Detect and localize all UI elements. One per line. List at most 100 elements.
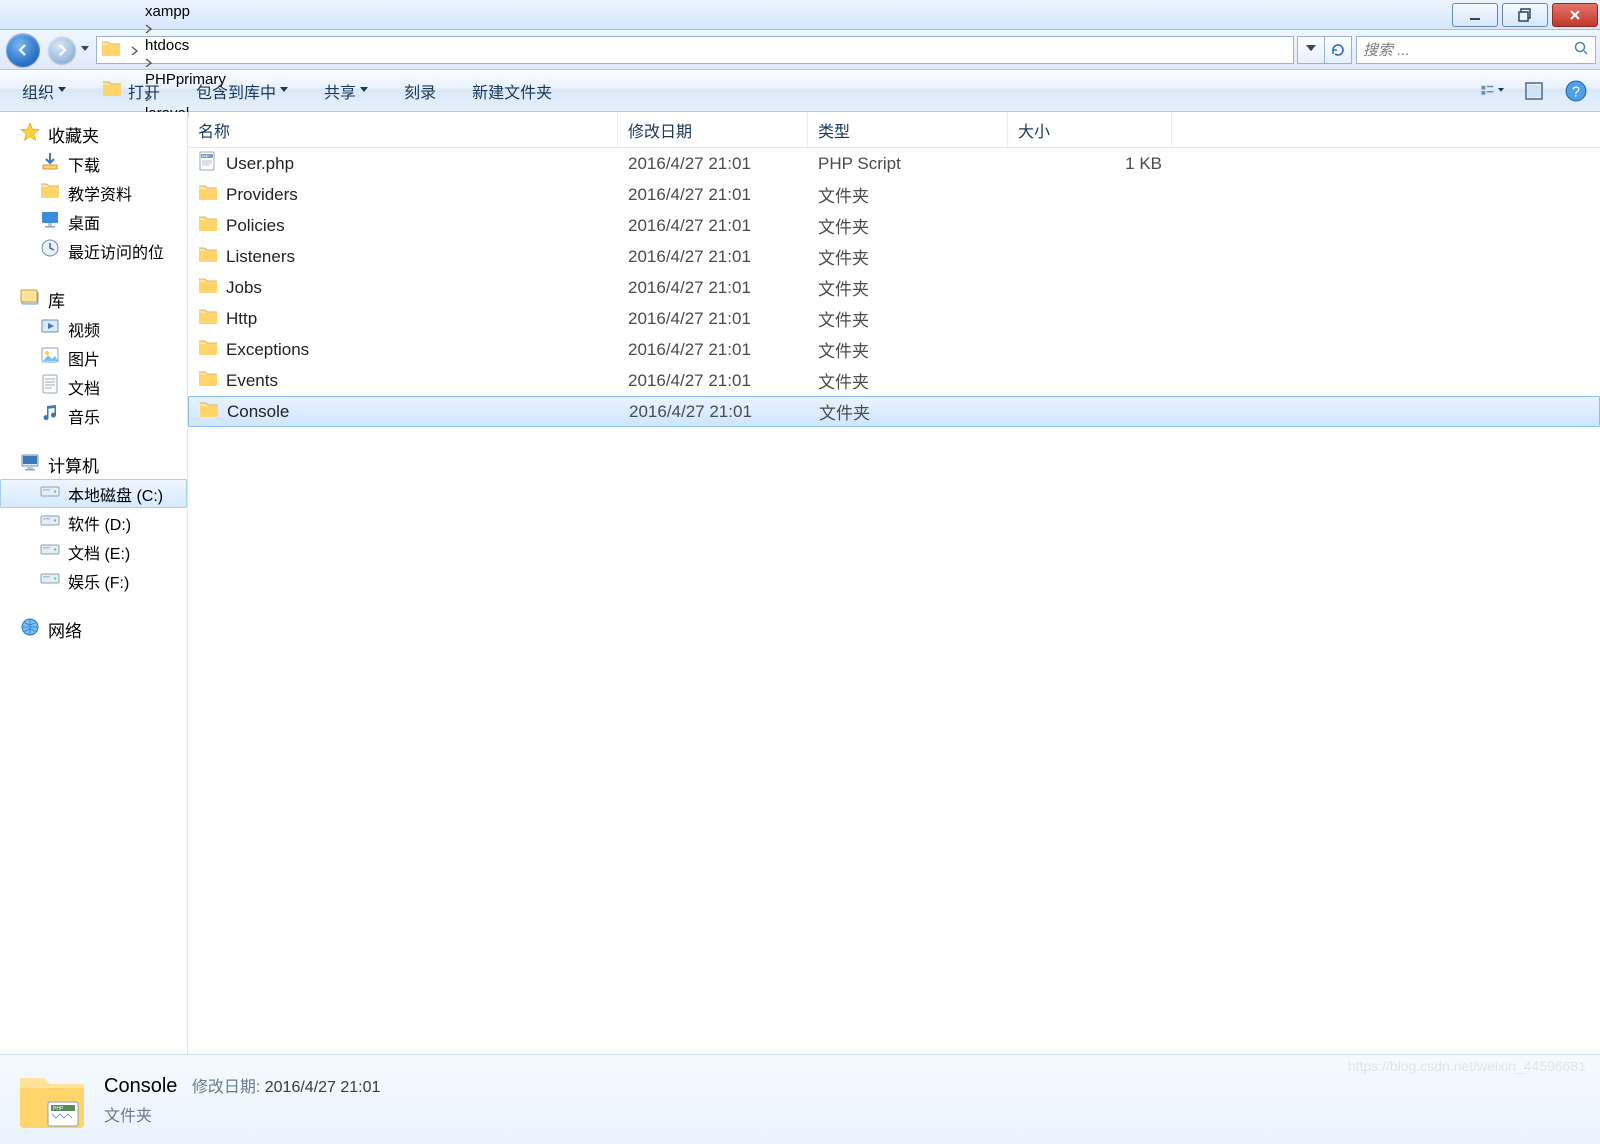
sidebar-libraries-header[interactable]: 库 xyxy=(0,285,187,314)
close-button[interactable] xyxy=(1552,3,1598,27)
ic-drive-icon xyxy=(40,481,60,506)
file-name: User.php xyxy=(226,154,294,174)
ic-picture-icon xyxy=(40,345,60,370)
folder-icon xyxy=(198,306,218,331)
folder-icon xyxy=(198,182,218,207)
libraries-icon xyxy=(20,287,40,312)
file-row[interactable]: Events2016/4/27 21:01文件夹 xyxy=(188,365,1600,396)
file-type: 文件夹 xyxy=(808,368,1008,393)
sidebar-favorites-header[interactable]: 收藏夹 xyxy=(0,120,187,149)
navigation-sidebar: 收藏夹 下载教学资料桌面最近访问的位 库 视频图片文档音乐 计算机 本地磁盘 (… xyxy=(0,112,188,1054)
help-button[interactable] xyxy=(1564,79,1588,103)
back-button[interactable] xyxy=(6,33,40,67)
search-icon xyxy=(1573,40,1589,60)
ic-desktop-icon xyxy=(40,209,60,234)
file-type: 文件夹 xyxy=(808,337,1008,362)
file-name: Jobs xyxy=(226,278,262,298)
address-dropdown-button[interactable] xyxy=(1297,36,1325,64)
new-folder-button[interactable]: 新建文件夹 xyxy=(462,75,562,107)
file-row[interactable]: User.php 2016/4/27 21:01PHP Script1 KB xyxy=(188,148,1600,179)
file-type: 文件夹 xyxy=(808,213,1008,238)
chevron-right-icon xyxy=(129,45,139,55)
file-name: Listeners xyxy=(226,247,295,267)
search-input[interactable]: 搜索 ... xyxy=(1356,36,1596,64)
file-size: 1 KB xyxy=(1008,154,1172,174)
sidebar-item[interactable]: 音乐 xyxy=(0,401,187,430)
sidebar-network-header[interactable]: 网络 xyxy=(0,615,187,644)
file-date: 2016/4/27 21:01 xyxy=(618,154,808,174)
search-placeholder: 搜索 ... xyxy=(1363,39,1410,60)
preview-pane-button[interactable] xyxy=(1522,79,1546,103)
file-type: PHP Script xyxy=(808,154,1008,174)
address-bar[interactable]: 计算机本地磁盘 (C:)xampphtdocsPHPprimarylaravel… xyxy=(96,36,1294,64)
nav-history-dropdown[interactable] xyxy=(78,46,92,54)
folder-icon xyxy=(198,244,218,269)
file-date: 2016/4/27 21:01 xyxy=(618,185,808,205)
window-titlebar xyxy=(0,0,1600,30)
chevron-right-icon xyxy=(143,23,153,33)
details-pane: Console 修改日期: 2016/4/27 21:01 文件夹 xyxy=(0,1054,1600,1144)
include-in-library-menu[interactable]: 包含到库中 xyxy=(186,75,298,107)
sidebar-item[interactable]: 本地磁盘 (C:) xyxy=(0,479,187,508)
file-type: 文件夹 xyxy=(808,244,1008,269)
maximize-button[interactable] xyxy=(1502,3,1548,27)
file-row[interactable]: Listeners2016/4/27 21:01文件夹 xyxy=(188,241,1600,272)
open-button[interactable]: 打开 xyxy=(92,74,170,107)
file-type: 文件夹 xyxy=(809,399,1009,424)
file-row[interactable]: Exceptions 2016/4/27 21:01文件夹 xyxy=(188,334,1600,365)
file-name: Exceptions xyxy=(226,340,309,360)
file-date: 2016/4/27 21:01 xyxy=(618,216,808,236)
file-list-pane: 名称 修改日期 类型 大小 User.php2016/4/27 21:01PHP… xyxy=(188,112,1600,1054)
breadcrumb-segment[interactable]: xampp xyxy=(141,3,238,20)
file-row[interactable]: Providers 2016/4/27 21:01文件夹 xyxy=(188,179,1600,210)
sidebar-item[interactable]: 教学资料 xyxy=(0,178,187,207)
network-icon xyxy=(20,617,40,642)
share-menu[interactable]: 共享 xyxy=(314,75,378,107)
details-folder-icon xyxy=(16,1064,88,1136)
file-date: 2016/4/27 21:01 xyxy=(618,340,808,360)
sidebar-item[interactable]: 最近访问的位 xyxy=(0,236,187,265)
file-type: 文件夹 xyxy=(808,182,1008,207)
breadcrumb-segment[interactable]: htdocs xyxy=(141,37,238,54)
php-file-icon xyxy=(198,151,218,176)
burn-button[interactable]: 刻录 xyxy=(394,75,446,107)
ic-recent-icon xyxy=(40,238,60,263)
file-row[interactable]: Console2016/4/27 21:01文件夹 xyxy=(188,396,1600,427)
views-button[interactable] xyxy=(1480,79,1504,103)
ic-music-icon xyxy=(40,403,60,428)
sidebar-item-label: 音乐 xyxy=(68,404,100,428)
sidebar-item[interactable]: 桌面 xyxy=(0,207,187,236)
sidebar-item[interactable]: 文档 xyxy=(0,372,187,401)
sidebar-item-label: 下载 xyxy=(68,152,100,176)
folder-icon xyxy=(199,399,219,424)
sidebar-item-label: 桌面 xyxy=(68,210,100,234)
address-folder-icon xyxy=(101,38,121,62)
sidebar-item[interactable]: 图片 xyxy=(0,343,187,372)
column-header-type[interactable]: 类型 xyxy=(808,112,1008,147)
organize-menu[interactable]: 组织 xyxy=(12,75,76,107)
details-type: 文件夹 xyxy=(104,1102,380,1126)
column-header-name[interactable]: 名称 xyxy=(188,112,618,147)
sidebar-computer-header[interactable]: 计算机 xyxy=(0,450,187,479)
file-row[interactable]: Policies2016/4/27 21:01文件夹 xyxy=(188,210,1600,241)
column-headers: 名称 修改日期 类型 大小 xyxy=(188,112,1600,148)
refresh-button[interactable] xyxy=(1324,36,1352,64)
ic-drive-icon xyxy=(40,539,60,564)
file-name: Providers xyxy=(226,185,298,205)
sidebar-item[interactable]: 视频 xyxy=(0,314,187,343)
minimize-button[interactable] xyxy=(1452,3,1498,27)
star-icon xyxy=(20,122,40,147)
column-header-size[interactable]: 大小 xyxy=(1008,112,1172,147)
details-date-value: 2016/4/27 21:01 xyxy=(265,1079,381,1096)
file-row[interactable]: Http2016/4/27 21:01文件夹 xyxy=(188,303,1600,334)
sidebar-item[interactable]: 文档 (E:) xyxy=(0,537,187,566)
navigation-bar: 计算机本地磁盘 (C:)xampphtdocsPHPprimarylaravel… xyxy=(0,30,1600,70)
file-type: 文件夹 xyxy=(808,275,1008,300)
sidebar-item[interactable]: 娱乐 (F:) xyxy=(0,566,187,595)
ic-doc-icon xyxy=(40,374,60,399)
forward-button[interactable] xyxy=(48,36,76,64)
sidebar-item[interactable]: 软件 (D:) xyxy=(0,508,187,537)
file-row[interactable]: Jobs2016/4/27 21:01文件夹 xyxy=(188,272,1600,303)
column-header-date[interactable]: 修改日期 xyxy=(618,112,808,147)
sidebar-item[interactable]: 下载 xyxy=(0,149,187,178)
